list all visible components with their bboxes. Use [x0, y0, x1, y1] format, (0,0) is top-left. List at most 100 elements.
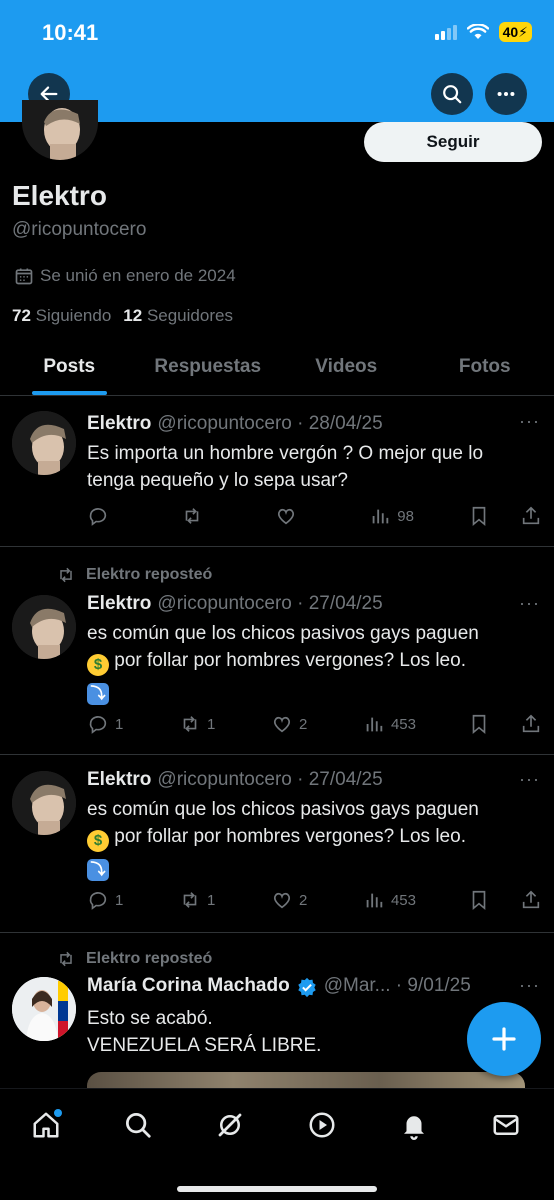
nav-home[interactable] — [28, 1107, 64, 1143]
following-count: 72 — [12, 306, 31, 325]
post-actions: 1 1 2 453 — [87, 889, 542, 911]
bottom-navigation — [0, 1088, 554, 1200]
repost-icon — [183, 716, 197, 732]
following-link[interactable]: 72 Siguiendo — [12, 306, 111, 326]
post-more-button[interactable]: ··· — [519, 975, 540, 996]
repost-label[interactable]: Elektro reposteó — [86, 566, 212, 584]
play-icon — [309, 1112, 335, 1138]
follow-button[interactable]: Seguir — [364, 122, 542, 162]
post-extra-actions — [468, 713, 542, 735]
like-icon — [273, 716, 291, 733]
repost-button[interactable]: 1 — [179, 889, 219, 911]
post-text-line: tenga pequeño y lo sepa usar? — [87, 470, 348, 491]
compose-post-button[interactable] — [467, 1002, 541, 1076]
bookmark-icon[interactable] — [468, 889, 490, 911]
post-author[interactable]: María Corina Machado — [87, 975, 290, 998]
post-author[interactable]: Elektro — [87, 593, 151, 615]
reply-button[interactable]: 1 — [87, 713, 127, 735]
views-icon — [372, 509, 389, 524]
nav-search[interactable] — [120, 1107, 156, 1143]
repost-button[interactable] — [181, 505, 221, 527]
followers-link[interactable]: 12 Seguidores — [123, 306, 233, 326]
tab-respuestas[interactable]: Respuestas — [139, 346, 278, 395]
repost-indicator: Elektro reposteó — [56, 565, 212, 585]
nav-video[interactable] — [304, 1107, 340, 1143]
post-text: es común que los chicos pasivos gays pag… — [87, 796, 542, 881]
search-icon — [126, 1113, 151, 1138]
nav-notifications[interactable] — [396, 1107, 432, 1143]
nav-grok[interactable] — [212, 1107, 248, 1143]
battery-indicator: 40⚡ — [498, 22, 532, 42]
plus-icon — [492, 1027, 516, 1051]
active-tab-indicator — [32, 391, 107, 395]
more-icon — [497, 91, 515, 97]
nav-messages[interactable] — [488, 1107, 524, 1143]
post-header: Elektro @ricopuntocero · 28/04/25 — [87, 413, 383, 435]
like-button[interactable]: 2 — [271, 889, 311, 911]
post-item[interactable]: Elektro reposteó Elektro @ricopuntocero ·… — [0, 547, 554, 755]
wifi-icon — [466, 24, 489, 39]
post-item[interactable]: Elektro @ricopuntocero · 28/04/25 ··· Es … — [0, 397, 554, 547]
following-label: Siguiendo — [35, 306, 112, 325]
post-more-button[interactable]: ··· — [519, 593, 540, 614]
like-icon — [278, 508, 295, 525]
reply-button[interactable]: 1 — [87, 889, 127, 911]
views-button[interactable]: 453 — [363, 889, 416, 911]
post-item[interactable]: Elektro @ricopuntocero · 27/04/25 ··· es … — [0, 755, 554, 933]
repost-count: 1 — [206, 715, 216, 733]
profile-tabs: Posts Respuestas Videos Fotos — [0, 346, 554, 396]
grok-icon — [218, 1113, 242, 1137]
like-button[interactable] — [275, 505, 315, 527]
post-more-button[interactable]: ··· — [519, 769, 540, 790]
post-text: Es importa un hombre vergón ? O mejor qu… — [87, 440, 542, 494]
bookmark-icon[interactable] — [468, 505, 490, 527]
post-header: Elektro @ricopuntocero · 27/04/25 — [87, 593, 383, 615]
tab-posts[interactable]: Posts — [0, 346, 139, 395]
post-avatar[interactable] — [12, 595, 76, 659]
like-button[interactable]: 2 — [271, 713, 311, 735]
like-icon — [273, 892, 291, 909]
arrow-down-emoji: ⤵ — [87, 683, 109, 705]
battery-level: 40 — [502, 24, 519, 40]
signal-icon — [434, 24, 457, 40]
repost-label[interactable]: Elektro reposteó — [86, 950, 212, 968]
status-icons: 40⚡ — [434, 22, 532, 42]
repost-button[interactable]: 1 — [179, 713, 219, 735]
post-meta: @ricopuntocero · 27/04/25 — [157, 769, 383, 790]
tab-fotos[interactable]: Fotos — [416, 346, 554, 395]
notification-dot — [54, 1109, 62, 1117]
post-avatar[interactable] — [12, 977, 76, 1041]
profile-avatar[interactable] — [22, 100, 98, 160]
tab-videos[interactable]: Videos — [277, 346, 416, 395]
share-icon[interactable] — [520, 889, 542, 911]
share-icon[interactable] — [520, 713, 542, 735]
verified-icon — [298, 977, 316, 998]
post-author[interactable]: Elektro — [87, 413, 151, 435]
profile-handle: @ricopuntocero — [12, 219, 147, 240]
post-author[interactable]: Elektro — [87, 769, 151, 791]
views-count: 98 — [397, 507, 414, 525]
views-button[interactable]: 98 — [369, 505, 414, 527]
share-icon[interactable] — [520, 505, 542, 527]
post-text-line: es común que los chicos pasivos gays pag… — [87, 799, 479, 820]
like-count: 2 — [298, 891, 308, 909]
post-text: es común que los chicos pasivos gays pag… — [87, 620, 542, 705]
post-text-line: por follar por hombres vergones? Los leo… — [109, 650, 466, 671]
post-more-button[interactable]: ··· — [519, 411, 540, 432]
tab-label: Posts — [43, 356, 96, 377]
post-avatar[interactable] — [12, 411, 76, 475]
views-button[interactable]: 453 — [363, 713, 416, 735]
post-avatar[interactable] — [12, 771, 76, 835]
search-button[interactable] — [431, 73, 473, 115]
like-count: 2 — [298, 715, 308, 733]
bell-icon — [404, 1116, 424, 1140]
bookmark-icon[interactable] — [468, 713, 490, 735]
post-item[interactable]: Elektro reposteó María Corina Machado @M… — [0, 933, 554, 1093]
views-count: 453 — [390, 715, 416, 733]
reply-button[interactable] — [87, 505, 127, 527]
tab-label: Fotos — [458, 356, 511, 377]
repost-icon — [60, 567, 72, 583]
post-actions: 98 — [87, 505, 542, 527]
post-meta: @ricopuntocero · 28/04/25 — [157, 413, 383, 434]
more-options-button[interactable] — [485, 73, 527, 115]
